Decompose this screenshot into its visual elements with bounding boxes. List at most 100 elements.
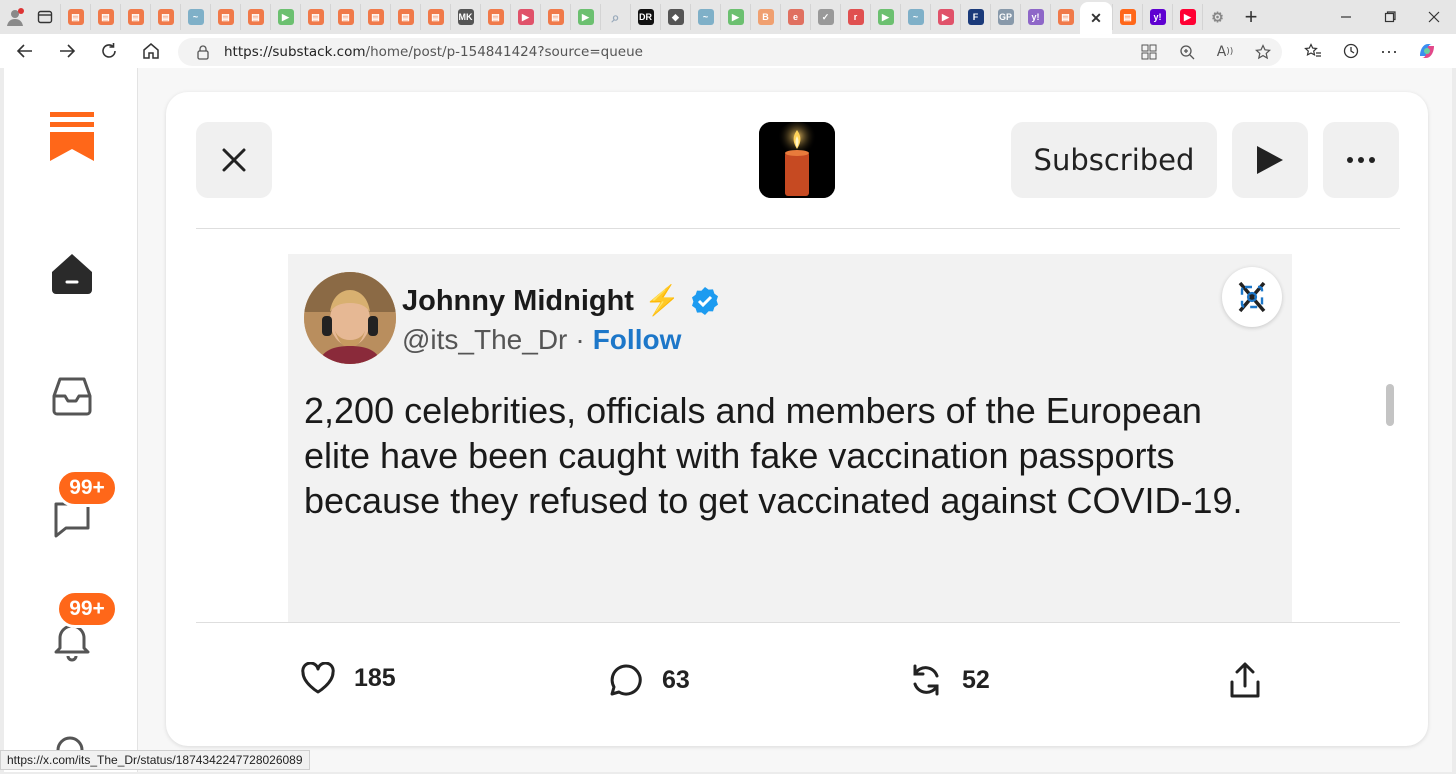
back-button[interactable] bbox=[4, 34, 46, 68]
diamond-icon: ◆ bbox=[667, 9, 684, 25]
more-options-button[interactable] bbox=[1323, 122, 1399, 198]
browser-tab[interactable]: e bbox=[780, 4, 810, 30]
browser-tab[interactable]: ◆ bbox=[660, 4, 690, 30]
browser-tab[interactable]: DR bbox=[630, 4, 660, 30]
follow-link[interactable]: Follow bbox=[593, 324, 682, 356]
sidebar: 99+ 99+ bbox=[4, 68, 138, 772]
browser-tab[interactable]: ▤ bbox=[210, 4, 240, 30]
zoom-icon[interactable] bbox=[1168, 35, 1206, 69]
url-host: https://substack.com bbox=[224, 44, 366, 60]
browser-tab[interactable]: ▶ bbox=[720, 4, 750, 30]
read-aloud-icon[interactable]: A)) bbox=[1206, 35, 1244, 69]
play-icon: ▶ bbox=[277, 9, 294, 25]
tweet-author-row: Johnny Midnight ⚡ bbox=[402, 284, 720, 318]
substack-icon: ▤ bbox=[67, 9, 84, 25]
copilot-icon[interactable] bbox=[1408, 34, 1446, 68]
sidebar-home[interactable] bbox=[50, 252, 94, 296]
restore-button[interactable] bbox=[1368, 2, 1412, 32]
restack-count: 52 bbox=[962, 665, 990, 694]
browser-tab[interactable]: ▤ bbox=[240, 4, 270, 30]
browser-tab[interactable]: ▤ bbox=[120, 4, 150, 30]
browser-tab[interactable]: ▶ bbox=[870, 4, 900, 30]
browser-tab[interactable]: ▤ bbox=[300, 4, 330, 30]
like-count: 185 bbox=[354, 663, 396, 692]
browser-tab[interactable]: ▤ bbox=[540, 4, 570, 30]
youtube-icon: ▶ bbox=[1179, 9, 1196, 25]
b-icon: B bbox=[757, 9, 774, 25]
restack-action[interactable]: 52 bbox=[908, 662, 990, 698]
favorites-icon[interactable] bbox=[1294, 34, 1332, 68]
browser-tab[interactable]: ▤ bbox=[360, 4, 390, 30]
app-available-icon[interactable] bbox=[1130, 35, 1168, 69]
play-icon: ▶ bbox=[877, 9, 894, 25]
like-action[interactable]: 185 bbox=[300, 662, 396, 694]
substack-icon: ▤ bbox=[1057, 9, 1074, 25]
browser-tab[interactable]: ▤ bbox=[1112, 4, 1142, 30]
dr-icon: DR bbox=[637, 9, 654, 25]
browser-tab[interactable]: ⌕ bbox=[600, 4, 630, 30]
browser-tab[interactable]: ▤ bbox=[480, 4, 510, 30]
favorite-star-icon[interactable] bbox=[1244, 35, 1282, 69]
more-menu-icon[interactable]: ··· bbox=[1370, 34, 1408, 68]
browser-tab[interactable]: ~ bbox=[690, 4, 720, 30]
publication-logo[interactable] bbox=[759, 122, 835, 198]
tweet-handle[interactable]: @its_The_Dr bbox=[402, 324, 567, 356]
browser-tab[interactable]: y! bbox=[1142, 4, 1172, 30]
x-embed-badge[interactable] bbox=[1222, 267, 1282, 327]
browser-tab[interactable]: ~ bbox=[900, 4, 930, 30]
browser-tab[interactable]: ▶ bbox=[930, 4, 960, 30]
activity-badge: 99+ bbox=[56, 590, 118, 628]
mk-icon: MK bbox=[457, 9, 474, 25]
pulse-icon: ~ bbox=[187, 9, 204, 25]
forward-button[interactable] bbox=[46, 34, 88, 68]
youtube-icon: ▶ bbox=[937, 9, 954, 25]
browser-tab[interactable]: GP bbox=[990, 4, 1020, 30]
comment-count: 63 bbox=[662, 665, 690, 694]
comment-action[interactable]: 63 bbox=[608, 662, 690, 698]
subscribed-button[interactable]: Subscribed bbox=[1011, 122, 1217, 198]
substack-logo[interactable] bbox=[50, 112, 94, 162]
close-window-button[interactable] bbox=[1412, 2, 1456, 32]
browser-tab[interactable]: ⚙ bbox=[1202, 4, 1232, 30]
address-bar-row: https://substack.com/home/post/p-1548414… bbox=[0, 34, 1456, 68]
content-scrollbar[interactable] bbox=[1386, 384, 1394, 426]
search-icon: ⌕ bbox=[611, 8, 620, 25]
play-button[interactable] bbox=[1232, 122, 1308, 198]
browser-tab[interactable]: B bbox=[750, 4, 780, 30]
browser-tab[interactable]: ▤ bbox=[330, 4, 360, 30]
play-icon: ▶ bbox=[577, 9, 594, 25]
browser-tab[interactable]: ▤ bbox=[90, 4, 120, 30]
sidebar-inbox[interactable] bbox=[50, 374, 94, 418]
verified-badge-icon bbox=[692, 287, 719, 315]
browser-tab[interactable]: y! bbox=[1020, 4, 1050, 30]
refresh-button[interactable] bbox=[88, 34, 130, 68]
home-button[interactable] bbox=[130, 34, 172, 68]
browser-tab[interactable]: r bbox=[840, 4, 870, 30]
profile-avatar-icon[interactable] bbox=[0, 2, 30, 32]
browser-tab[interactable]: ▶ bbox=[1172, 4, 1202, 30]
tweet-avatar[interactable] bbox=[304, 272, 396, 364]
browser-tab[interactable]: ▶ bbox=[270, 4, 300, 30]
share-action[interactable] bbox=[1228, 662, 1262, 700]
browser-tab[interactable]: ▤ bbox=[60, 4, 90, 30]
browser-tab[interactable]: ▶ bbox=[510, 4, 540, 30]
tweet-author-name[interactable]: Johnny Midnight bbox=[402, 285, 634, 318]
browser-tab[interactable]: ✓ bbox=[810, 4, 840, 30]
url-field[interactable]: https://substack.com/home/post/p-1548414… bbox=[178, 38, 1282, 66]
embedded-tweet[interactable]: Johnny Midnight ⚡ @its_The_Dr · Follow 2… bbox=[288, 254, 1292, 622]
browser-tab[interactable]: ▤ bbox=[390, 4, 420, 30]
browser-tab[interactable]: MK bbox=[450, 4, 480, 30]
browser-tab[interactable]: ▤ bbox=[150, 4, 180, 30]
minimize-button[interactable] bbox=[1324, 2, 1368, 32]
browser-tab[interactable]: ✕ bbox=[1080, 2, 1112, 34]
heart-icon bbox=[301, 662, 335, 694]
browser-tab[interactable]: F bbox=[960, 4, 990, 30]
close-button[interactable] bbox=[196, 122, 272, 198]
history-icon[interactable] bbox=[1332, 34, 1370, 68]
browser-tab[interactable]: ▤ bbox=[1050, 4, 1080, 30]
new-tab-button[interactable]: + bbox=[1236, 2, 1266, 32]
browser-tab[interactable]: ~ bbox=[180, 4, 210, 30]
browser-tab[interactable]: ▶ bbox=[570, 4, 600, 30]
tab-actions-icon[interactable] bbox=[30, 2, 60, 32]
browser-tab[interactable]: ▤ bbox=[420, 4, 450, 30]
